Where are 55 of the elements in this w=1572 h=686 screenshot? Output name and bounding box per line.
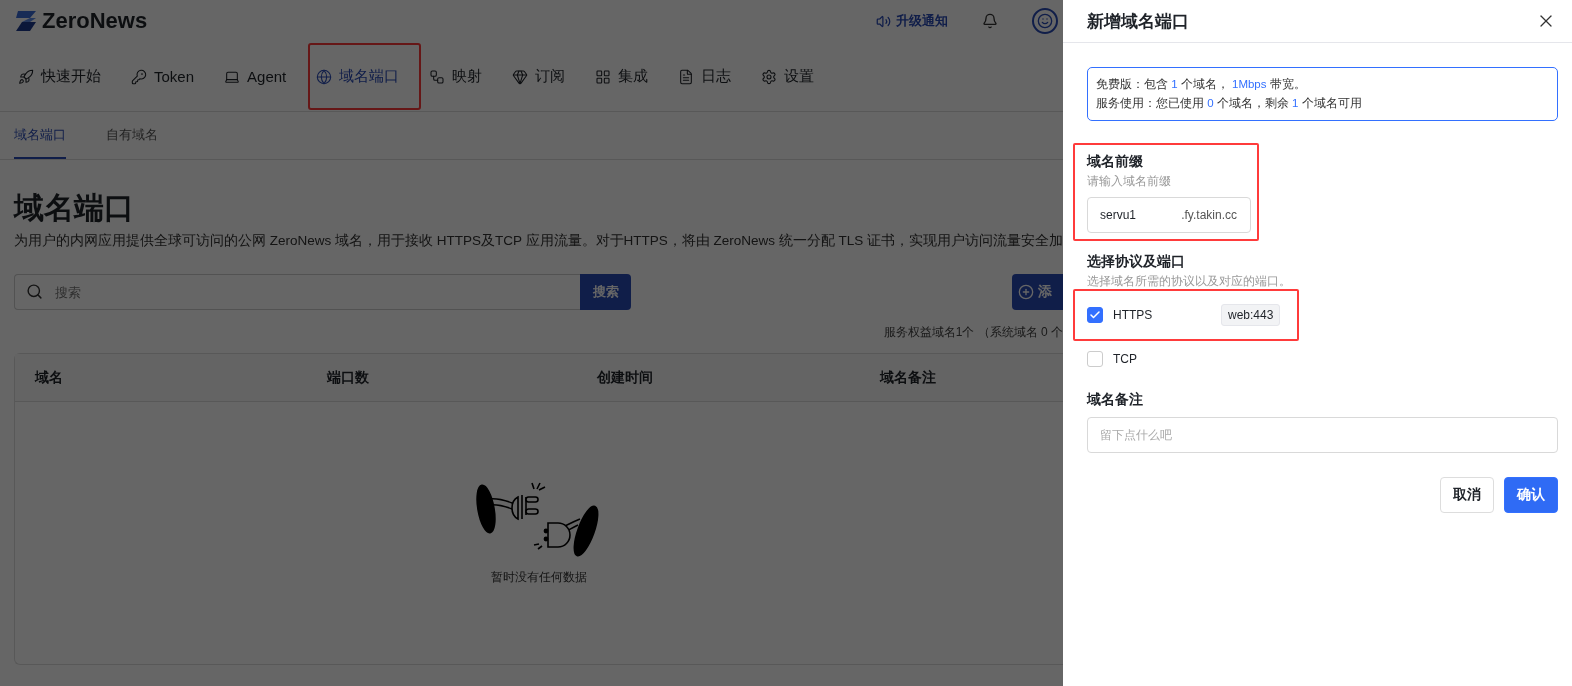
gem-icon xyxy=(512,68,529,85)
empty-state-text: 暂时没有任何数据 xyxy=(491,569,587,586)
nav-tab[interactable]: 集成 xyxy=(587,43,671,110)
page-title: 域名端口 xyxy=(14,190,135,226)
column-header: 域名备注 xyxy=(880,368,937,387)
search-button[interactable]: 搜索 xyxy=(580,274,631,310)
nav-tab[interactable]: 快速开始 xyxy=(10,43,123,110)
confirm-button[interactable]: 确认 xyxy=(1504,477,1558,513)
option-label: HTTPS xyxy=(1113,308,1154,322)
field-hint: 请输入域名前缀 xyxy=(1087,174,1172,189)
drawer-title: 新增域名端口 xyxy=(1087,10,1189,33)
nav-tab[interactable]: 日志 xyxy=(670,43,754,110)
logo-icon xyxy=(14,10,38,32)
note-input-field[interactable]: 留下点什么吧 xyxy=(1087,417,1558,453)
settings-icon xyxy=(761,68,778,85)
key-icon xyxy=(131,68,147,85)
field-label: 域名前缀 xyxy=(1087,153,1144,171)
nav-tab[interactable]: 域名端口 xyxy=(308,43,422,110)
info-text: 免费版：包含 1 个域名， 1Mbps 带宽。 xyxy=(1096,77,1307,92)
nav-tab[interactable]: 订阅 xyxy=(504,43,588,110)
column-header: 端口数 xyxy=(327,368,370,387)
quota-text: 服务权益域名1个 （系统域名 0 个 xyxy=(883,324,1063,341)
app-logo[interactable]: ZeroNews xyxy=(14,8,148,34)
port-tag: web:443 xyxy=(1221,304,1281,326)
nav-tab[interactable]: Agent xyxy=(216,43,309,110)
sub-tab[interactable]: 自有域名 xyxy=(106,112,158,159)
search-icon xyxy=(26,283,43,300)
check-icon xyxy=(1089,309,1101,321)
nav-tab[interactable]: 映射 xyxy=(421,43,505,110)
field-hint: 选择域名所需的协议以及对应的端口。 xyxy=(1087,274,1292,289)
add-button[interactable]: 添 xyxy=(1012,274,1063,310)
field-label: 选择协议及端口 xyxy=(1087,253,1186,271)
upgrade-notice-link[interactable]: 升级通知 xyxy=(876,12,948,30)
document-icon xyxy=(678,68,695,85)
sub-tab[interactable]: 域名端口 xyxy=(14,112,66,159)
checkbox[interactable] xyxy=(1087,307,1103,323)
column-header: 域名 xyxy=(35,368,64,387)
nav-tab[interactable]: 设置 xyxy=(753,43,837,110)
page-description: 为用户的内网应用提供全球可访问的公网 ZeroNews 域名，用于接收 HTTPS及TCP 应用流量。对于HTTPS，将由 ZeroNews 统一分配 TLS 证书，实现用户访问流量安全加 xyxy=(14,232,1063,250)
plus-icon xyxy=(1018,284,1034,300)
rocket-icon xyxy=(18,68,34,85)
speaker-icon xyxy=(876,13,891,29)
grid-icon xyxy=(595,68,612,85)
domain-suffix: .fy.takin.cc xyxy=(1181,208,1237,222)
cancel-button[interactable]: 取消 xyxy=(1440,477,1494,513)
info-text: 服务使用：您已使用 0 个域名，剩余 1 个域名可用 xyxy=(1096,96,1363,111)
option-label: TCP xyxy=(1113,352,1138,366)
field-label: 域名备注 xyxy=(1087,391,1144,409)
checkbox[interactable] xyxy=(1087,351,1103,367)
globe-icon xyxy=(316,68,333,85)
user-avatar[interactable] xyxy=(1032,8,1058,34)
nodes-icon xyxy=(429,68,446,85)
notification-bell-icon[interactable] xyxy=(982,13,998,29)
column-header: 创建时间 xyxy=(597,368,654,387)
nav-tab[interactable]: Token xyxy=(123,43,217,110)
